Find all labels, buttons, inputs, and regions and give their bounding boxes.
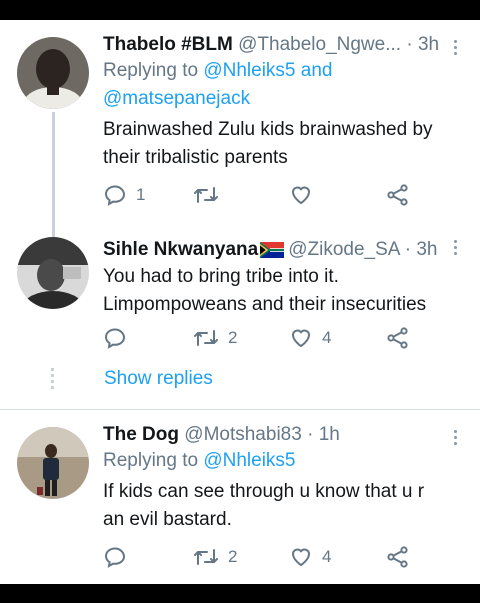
reply-button[interactable]	[103, 325, 136, 351]
timestamp[interactable]: 3h	[416, 239, 437, 260]
share-icon	[387, 184, 408, 206]
tweet-text: You had to bring tribe into it. Limpompo…	[103, 266, 427, 315]
author-name[interactable]: Thabelo #BLM	[103, 34, 233, 55]
replying-prefix: Replying to	[103, 60, 199, 81]
reply-button[interactable]: 1	[103, 182, 145, 208]
tweet-thabelo[interactable]: Thabelo #BLM @Thabelo_Ngwe... · 3h Reply…	[0, 20, 480, 248]
show-replies-link[interactable]: Show replies	[104, 368, 213, 390]
reply-icon	[104, 328, 126, 349]
like-count: 4	[322, 328, 332, 347]
share-button[interactable]	[386, 544, 410, 570]
author-handle[interactable]: @Thabelo_Ngwe...	[238, 34, 401, 55]
reply-icon	[104, 185, 126, 206]
author-name[interactable]: Sihle Nkwanyana	[103, 239, 258, 260]
retweet-button[interactable]: 2	[193, 325, 237, 351]
more-options-icon[interactable]	[450, 428, 460, 448]
separator: ·	[307, 424, 314, 445]
tweet-actions: 1	[103, 182, 433, 208]
replying-to: Replying to @Nhleiks5	[103, 447, 450, 475]
reply-button[interactable]	[103, 544, 136, 570]
share-icon	[387, 327, 408, 349]
navigation-bar	[0, 584, 480, 603]
avatar[interactable]	[17, 37, 89, 109]
more-options-icon[interactable]	[450, 38, 460, 58]
reply-count: 1	[136, 185, 146, 204]
heart-icon	[291, 186, 311, 205]
retweet-count: 2	[228, 547, 238, 566]
reply-icon	[104, 547, 126, 568]
like-button[interactable]: 4	[289, 325, 331, 351]
timestamp[interactable]: 3h	[418, 34, 439, 55]
like-button[interactable]: 4	[289, 544, 331, 570]
replying-to: Replying to @Nhleiks5 and @matsepanejack	[103, 57, 450, 113]
tweet-actions: 2 4	[103, 544, 433, 570]
tweet-actions: 2 4	[103, 325, 433, 351]
retweet-button[interactable]	[193, 182, 228, 208]
retweet-icon	[194, 549, 218, 565]
timestamp[interactable]: 1h	[319, 424, 340, 445]
mention-link[interactable]: @Nhleiks5	[203, 60, 295, 81]
heart-icon	[291, 548, 311, 567]
thread-dots	[51, 368, 55, 392]
share-button[interactable]	[386, 182, 410, 208]
retweet-icon	[194, 330, 218, 346]
retweet-icon	[194, 187, 218, 203]
retweet-count: 2	[228, 328, 238, 347]
like-count: 4	[322, 547, 332, 566]
tweet-text: Brainwashed Zulu kids brainwashed by the…	[103, 119, 433, 168]
share-button[interactable]	[386, 325, 410, 351]
more-options-icon[interactable]	[450, 238, 460, 258]
author-handle[interactable]: @Zikode_SA	[288, 239, 399, 260]
mention-and: and	[300, 60, 333, 81]
like-button[interactable]	[289, 182, 322, 208]
avatar[interactable]	[17, 427, 89, 499]
avatar[interactable]	[17, 237, 89, 309]
tweet-sihle[interactable]: Sihle Nkwanyana @Zikode_SA · 3h You had t…	[0, 220, 480, 410]
tweet-the-dog[interactable]: The Dog @Motshabi83 · 1h Replying to @Nh…	[0, 410, 480, 584]
heart-icon	[291, 329, 311, 348]
author-name[interactable]: The Dog	[103, 424, 179, 445]
south-africa-flag-icon	[259, 241, 285, 262]
status-bar	[0, 0, 480, 20]
share-icon	[387, 546, 408, 568]
author-handle[interactable]: @Motshabi83	[184, 424, 302, 445]
separator: ·	[406, 34, 413, 55]
tweet-text: If kids can see through u know that u r …	[103, 481, 425, 530]
mention-link[interactable]: @Nhleiks5	[203, 450, 295, 471]
separator: ·	[404, 239, 412, 260]
mention-link[interactable]: @matsepanejack	[103, 88, 250, 109]
replying-prefix: Replying to	[103, 450, 199, 471]
retweet-button[interactable]: 2	[193, 544, 237, 570]
